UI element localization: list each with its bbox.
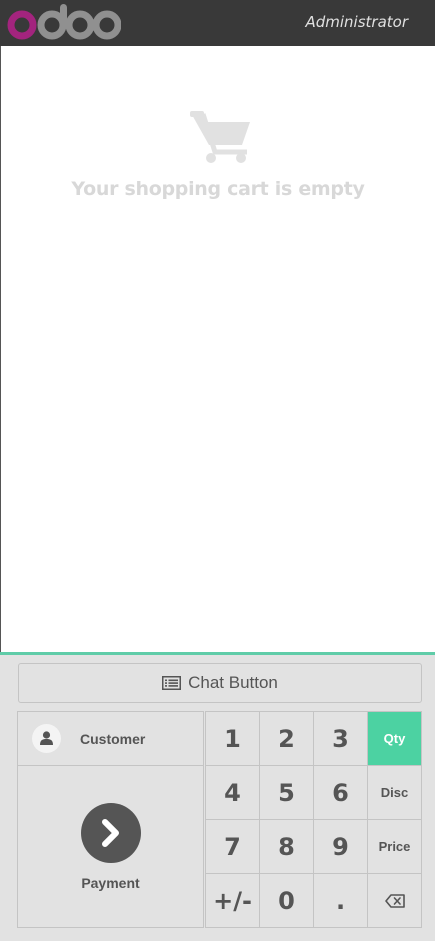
numpad-key-4[interactable]: 4 [206, 766, 260, 820]
numpad-key-8[interactable]: 8 [260, 820, 314, 874]
chat-button-label: Chat Button [188, 673, 278, 692]
customer-button[interactable]: Customer [18, 712, 203, 766]
chevron-right-icon [102, 819, 119, 847]
numpad-key-6[interactable]: 6 [314, 766, 368, 820]
shopping-cart-icon [190, 111, 250, 163]
numpad-key-decimal[interactable]: . [314, 874, 368, 928]
numpad-key-0[interactable]: 0 [260, 874, 314, 928]
payment-circle [81, 803, 141, 863]
numpad-key-3[interactable]: 3 [314, 712, 368, 766]
backspace-icon [384, 893, 405, 908]
list-alt-icon [162, 676, 182, 690]
payment-label: Payment [81, 875, 140, 891]
backspace-button[interactable] [368, 874, 422, 928]
user-name[interactable]: Administrator [305, 13, 408, 31]
numpad-key-plus-minus[interactable]: +/- [206, 874, 260, 928]
mode-qty-button[interactable]: Qty [368, 712, 422, 766]
odoo-logo [7, 4, 121, 40]
numpad: 1 2 3 Qty 4 5 6 Disc 7 8 9 Price +/- 0 . [205, 711, 422, 928]
control-panel: Chat Button Customer Payment 1 2 3 Qty 4… [0, 655, 435, 941]
chat-button[interactable]: Chat Button [18, 663, 422, 703]
customer-label: Customer [80, 730, 146, 747]
top-bar: Administrator [0, 0, 435, 46]
numpad-key-1[interactable]: 1 [206, 712, 260, 766]
user-icon [40, 731, 53, 745]
order-panel: Your shopping cart is empty [0, 46, 435, 652]
mode-price-button[interactable]: Price [368, 820, 422, 874]
avatar [32, 724, 61, 753]
numpad-key-9[interactable]: 9 [314, 820, 368, 874]
numpad-key-7[interactable]: 7 [206, 820, 260, 874]
action-pad: Customer Payment [17, 711, 204, 928]
numpad-key-2[interactable]: 2 [260, 712, 314, 766]
payment-button[interactable]: Payment [18, 767, 203, 927]
numpad-key-5[interactable]: 5 [260, 766, 314, 820]
empty-cart-message: Your shopping cart is empty [71, 178, 365, 200]
mode-disc-button[interactable]: Disc [368, 766, 422, 820]
